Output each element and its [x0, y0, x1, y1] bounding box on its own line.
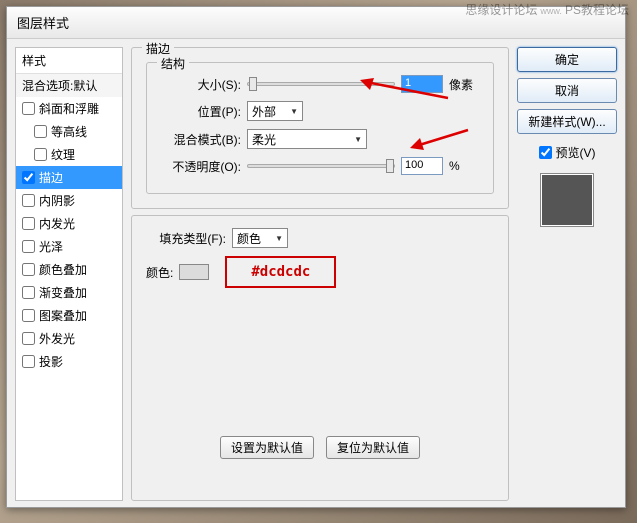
style-label: 渐变叠加: [39, 284, 87, 301]
fill-type-select[interactable]: 颜色: [232, 228, 288, 248]
reset-default-button[interactable]: 复位为默认值: [326, 436, 420, 459]
style-item-10[interactable]: 外发光: [16, 327, 122, 350]
style-label: 内阴影: [39, 192, 75, 209]
style-label: 投影: [39, 353, 63, 370]
fill-section: 填充类型(F): 颜色 颜色: #dcdcdc 设置为默认值 复位为默认值: [131, 215, 509, 501]
settings-panel: 描边 结构 大小(S): 1 像素 位置(P): 外部 混合模式(B):: [131, 47, 509, 501]
fill-type-label: 填充类型(F):: [146, 230, 226, 247]
style-checkbox-11[interactable]: [22, 355, 35, 368]
style-item-5[interactable]: 内发光: [16, 212, 122, 235]
color-swatch[interactable]: [179, 264, 209, 280]
structure-legend: 结构: [157, 55, 189, 72]
opacity-label: 不透明度(O):: [161, 158, 241, 175]
style-item-8[interactable]: 渐变叠加: [16, 281, 122, 304]
style-item-6[interactable]: 光泽: [16, 235, 122, 258]
styles-header: 样式: [16, 48, 122, 74]
preview-checkbox[interactable]: [539, 146, 552, 159]
make-default-button[interactable]: 设置为默认值: [220, 436, 314, 459]
style-label: 斜面和浮雕: [39, 100, 99, 117]
color-hex-box: #dcdcdc: [225, 256, 336, 288]
action-panel: 确定 取消 新建样式(W)... 预览(V): [517, 47, 617, 501]
style-checkbox-8[interactable]: [22, 286, 35, 299]
style-item-3[interactable]: 描边: [16, 166, 122, 189]
opacity-input[interactable]: 100: [401, 157, 443, 175]
style-checkbox-4[interactable]: [22, 194, 35, 207]
blend-mode-select[interactable]: 柔光: [247, 129, 367, 149]
style-checkbox-9[interactable]: [22, 309, 35, 322]
style-item-0[interactable]: 斜面和浮雕: [16, 97, 122, 120]
style-label: 描边: [39, 169, 63, 186]
preview-label: 预览(V): [556, 144, 596, 161]
style-label: 颜色叠加: [39, 261, 87, 278]
style-checkbox-2[interactable]: [34, 148, 47, 161]
style-item-1[interactable]: 等高线: [16, 120, 122, 143]
position-label: 位置(P):: [161, 103, 241, 120]
styles-panel: 样式 混合选项:默认 斜面和浮雕等高线纹理描边内阴影内发光光泽颜色叠加渐变叠加图…: [15, 47, 123, 501]
style-item-2[interactable]: 纹理: [16, 143, 122, 166]
size-unit: 像素: [449, 76, 479, 93]
style-checkbox-7[interactable]: [22, 263, 35, 276]
style-label: 图案叠加: [39, 307, 87, 324]
ok-button[interactable]: 确定: [517, 47, 617, 72]
style-item-4[interactable]: 内阴影: [16, 189, 122, 212]
size-slider[interactable]: [247, 82, 395, 86]
watermark: 思缘设计论坛 www. PS教程论坛: [465, 4, 629, 18]
cancel-button[interactable]: 取消: [517, 78, 617, 103]
style-checkbox-5[interactable]: [22, 217, 35, 230]
blend-options-item[interactable]: 混合选项:默认: [16, 74, 122, 97]
style-label: 等高线: [51, 123, 87, 140]
style-label: 光泽: [39, 238, 63, 255]
position-select[interactable]: 外部: [247, 101, 303, 121]
style-checkbox-1[interactable]: [34, 125, 47, 138]
style-label: 外发光: [39, 330, 75, 347]
style-checkbox-3[interactable]: [22, 171, 35, 184]
style-item-7[interactable]: 颜色叠加: [16, 258, 122, 281]
style-item-9[interactable]: 图案叠加: [16, 304, 122, 327]
opacity-slider[interactable]: [247, 164, 395, 168]
size-input[interactable]: 1: [401, 75, 443, 93]
size-label: 大小(S):: [161, 76, 241, 93]
opacity-unit: %: [449, 159, 479, 173]
style-label: 纹理: [51, 146, 75, 163]
blend-mode-label: 混合模式(B):: [161, 131, 241, 148]
layer-style-dialog: 图层样式 样式 混合选项:默认 斜面和浮雕等高线纹理描边内阴影内发光光泽颜色叠加…: [6, 6, 626, 508]
style-checkbox-6[interactable]: [22, 240, 35, 253]
color-label: 颜色:: [146, 264, 173, 281]
style-checkbox-10[interactable]: [22, 332, 35, 345]
style-item-11[interactable]: 投影: [16, 350, 122, 373]
style-label: 内发光: [39, 215, 75, 232]
style-checkbox-0[interactable]: [22, 102, 35, 115]
preview-swatch: [540, 173, 594, 227]
new-style-button[interactable]: 新建样式(W)...: [517, 109, 617, 134]
